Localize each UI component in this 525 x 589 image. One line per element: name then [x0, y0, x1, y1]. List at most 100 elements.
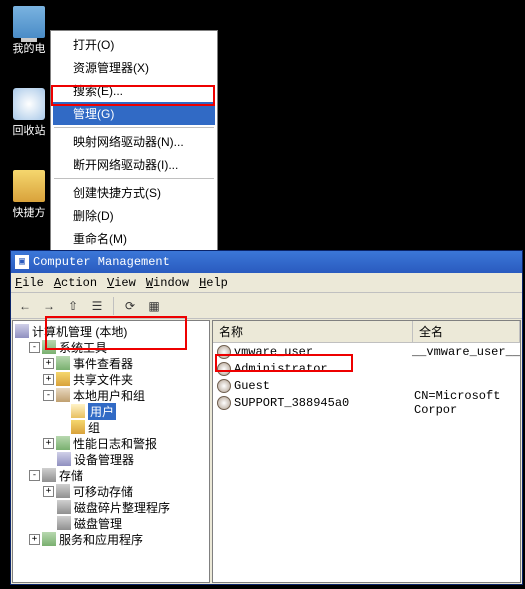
tree-label: 计算机管理 (本地) [32, 323, 127, 340]
users-icon [56, 388, 70, 402]
user-icon [217, 396, 231, 410]
folder-icon [71, 420, 85, 434]
tree-item[interactable]: 磁盘碎片整理程序 [13, 499, 209, 515]
disk-icon [56, 484, 70, 498]
menu-item-manage[interactable]: 管理(G) [53, 102, 215, 125]
user-icon [217, 379, 231, 393]
refresh-button[interactable]: ⟳ [120, 296, 140, 316]
tree-label: 事件查看器 [73, 355, 133, 372]
expand-toggle[interactable]: - [29, 342, 40, 353]
mgmt-icon [57, 452, 71, 466]
tree-label: 可移动存储 [73, 483, 133, 500]
menu-view[interactable]: View [107, 276, 136, 290]
back-button[interactable]: ← [15, 296, 35, 316]
cell-name: SUPPORT_388945a0 [234, 396, 414, 410]
tree-label: 设备管理器 [74, 451, 134, 468]
menu-separator [54, 178, 214, 179]
desktop-icon-label: 快捷方 [4, 204, 54, 220]
tree-label: 系统工具 [59, 339, 107, 356]
expand-toggle[interactable]: - [43, 390, 54, 401]
expand-toggle[interactable]: + [43, 374, 54, 385]
list-header: 名称 全名 [213, 321, 520, 343]
tree-item[interactable]: + 事件查看器 [13, 355, 209, 371]
desktop-icon-label: 回收站 [4, 122, 54, 138]
window-title: Computer Management [33, 255, 170, 269]
tree-item[interactable]: 设备管理器 [13, 451, 209, 467]
tool-icon [56, 436, 70, 450]
tree-label: 存储 [59, 467, 83, 484]
menu-item-create-shortcut[interactable]: 创建快捷方式(S) [53, 181, 215, 204]
tree-item[interactable]: + 可移动存储 [13, 483, 209, 499]
cell-fullname: __vmware_user__ [412, 345, 520, 359]
menu-item-rename[interactable]: 重命名(M) [53, 227, 215, 250]
expand-toggle[interactable]: - [29, 470, 40, 481]
app-icon: ▣ [15, 255, 29, 269]
menu-help[interactable]: Help [199, 276, 228, 290]
folder-open-icon [71, 404, 85, 418]
col-header-name[interactable]: 名称 [213, 321, 413, 342]
disk-icon [57, 500, 71, 514]
menu-item-disconnect-drive[interactable]: 断开网络驱动器(I)... [53, 153, 215, 176]
desktop-icon-shortcut[interactable]: 快捷方 [4, 170, 54, 220]
expand-toggle[interactable]: + [43, 438, 54, 449]
toolbar: ← → ⇧ ☰ ⟳ ▦ [11, 293, 522, 319]
tool-icon [42, 532, 56, 546]
list-pane[interactable]: 名称 全名 vmware_user__vmware_user__Administ… [212, 320, 521, 583]
tree-label: 性能日志和警报 [73, 435, 157, 452]
desktop: 我的电 回收站 快捷方 打开(O) 资源管理器(X) 搜索(E)... 管理(G… [0, 0, 525, 250]
tree-item[interactable]: 组 [13, 419, 209, 435]
tree-label: 共享文件夹 [73, 371, 133, 388]
tree-label: 用户 [88, 403, 116, 420]
tree-item[interactable]: + 共享文件夹 [13, 371, 209, 387]
menu-file[interactable]: File [15, 276, 44, 290]
tree-label: 服务和应用程序 [59, 531, 143, 548]
titlebar[interactable]: ▣ Computer Management [11, 251, 522, 273]
tree-root[interactable]: 计算机管理 (本地) [13, 323, 209, 339]
cell-name: Guest [234, 379, 414, 393]
menubar: File Action View Window Help [11, 273, 522, 293]
disk-icon [57, 516, 71, 530]
workarea: 计算机管理 (本地) - 系统工具 + 事件查看器 + 共享文件夹 - 本地用户和组用户组 + 性… [11, 319, 522, 584]
tree-item[interactable]: 用户 [13, 403, 209, 419]
computer-management-window: ▣ Computer Management File Action View W… [10, 250, 523, 585]
expand-toggle[interactable]: + [29, 534, 40, 545]
folder-icon [56, 372, 70, 386]
user-row[interactable]: Administrator [213, 360, 520, 377]
tree-label: 本地用户和组 [73, 387, 145, 404]
tree-pane[interactable]: 计算机管理 (本地) - 系统工具 + 事件查看器 + 共享文件夹 - 本地用户和组用户组 + 性… [12, 320, 210, 583]
tree-item[interactable]: + 性能日志和警报 [13, 435, 209, 451]
expand-toggle[interactable]: + [43, 358, 54, 369]
separator [113, 297, 114, 315]
forward-button[interactable]: → [39, 296, 59, 316]
tool-icon [56, 356, 70, 370]
tree-label: 磁盘碎片整理程序 [74, 499, 170, 516]
desktop-icon-recycle[interactable]: 回收站 [4, 88, 54, 138]
menu-window[interactable]: Window [146, 276, 189, 290]
tree-item[interactable]: + 服务和应用程序 [13, 531, 209, 547]
show-hide-button[interactable]: ☰ [87, 296, 107, 316]
menu-item-map-drive[interactable]: 映射网络驱动器(N)... [53, 130, 215, 153]
cell-name: vmware_user [234, 345, 412, 359]
col-header-fullname[interactable]: 全名 [413, 321, 520, 342]
context-menu: 打开(O) 资源管理器(X) 搜索(E)... 管理(G) 映射网络驱动器(N)… [50, 30, 218, 281]
tree-item[interactable]: 磁盘管理 [13, 515, 209, 531]
user-icon [217, 345, 231, 359]
up-button[interactable]: ⇧ [63, 296, 83, 316]
desktop-icon-my-computer[interactable]: 我的电 [4, 6, 54, 56]
menu-item-explorer[interactable]: 资源管理器(X) [53, 56, 215, 79]
menu-item-delete[interactable]: 删除(D) [53, 204, 215, 227]
tree-item[interactable]: - 本地用户和组 [13, 387, 209, 403]
menu-item-search[interactable]: 搜索(E)... [53, 79, 215, 102]
expand-toggle[interactable]: + [43, 486, 54, 497]
disk-icon [42, 468, 56, 482]
export-button[interactable]: ▦ [144, 296, 164, 316]
user-row[interactable]: SUPPORT_388945a0CN=Microsoft Corpor [213, 394, 520, 411]
user-icon [217, 362, 231, 376]
user-row[interactable]: vmware_user__vmware_user__ [213, 343, 520, 360]
mgmt-icon [15, 324, 29, 338]
menu-item-open[interactable]: 打开(O) [53, 33, 215, 56]
tree-item[interactable]: - 存储 [13, 467, 209, 483]
menu-action[interactable]: Action [54, 276, 97, 290]
computer-icon [13, 6, 45, 38]
tree-item[interactable]: - 系统工具 [13, 339, 209, 355]
